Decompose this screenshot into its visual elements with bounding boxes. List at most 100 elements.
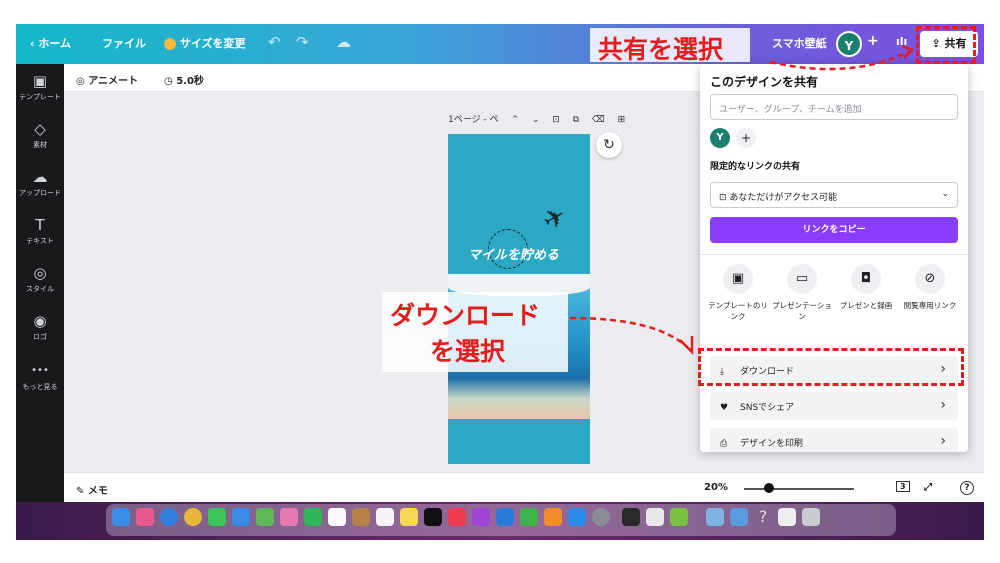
help-icon[interactable]: ? bbox=[754, 508, 772, 526]
tv-icon[interactable] bbox=[424, 508, 442, 526]
memo-button[interactable]: ✎ メモ bbox=[76, 482, 108, 497]
podcasts-icon[interactable] bbox=[472, 508, 490, 526]
row-label: デザインを印刷 bbox=[740, 439, 804, 449]
calendar-icon[interactable] bbox=[328, 508, 346, 526]
help-button[interactable]: ? bbox=[960, 481, 974, 495]
chevron-right-icon: › bbox=[940, 433, 946, 449]
add-collaborator-icon[interactable]: + bbox=[867, 33, 879, 49]
chevron-down-icon[interactable]: ⌄ bbox=[532, 115, 540, 125]
template-link-option[interactable]: ▣ テンプレートのリンク bbox=[706, 264, 770, 322]
heart-icon: ♥ bbox=[720, 403, 729, 413]
pages-icon[interactable] bbox=[544, 508, 562, 526]
music-icon[interactable] bbox=[448, 508, 466, 526]
notes-icon: ✎ bbox=[76, 486, 88, 497]
chevron-right-icon: › bbox=[940, 397, 946, 413]
numbers-icon[interactable] bbox=[520, 508, 538, 526]
share-highlight-box bbox=[916, 26, 976, 64]
animate-button[interactable]: ◎ アニメート bbox=[76, 72, 138, 87]
cloud-upload-icon: ☁ bbox=[32, 168, 48, 186]
zoom-slider-track[interactable] bbox=[744, 488, 854, 490]
add-page-icon[interactable]: ⊞ bbox=[618, 115, 626, 125]
undo-icon[interactable]: ↶ bbox=[268, 33, 281, 51]
print-row[interactable]: ⎙ デザインを印刷 › bbox=[710, 428, 958, 452]
elements-icon: ◇ bbox=[34, 120, 46, 138]
zoom-level: 20% bbox=[704, 482, 728, 493]
messages-icon[interactable] bbox=[208, 508, 226, 526]
copy-link-button[interactable]: リンクをコピー bbox=[710, 217, 958, 243]
finder-icon[interactable] bbox=[112, 508, 130, 526]
presentation-option[interactable]: ▭ プレゼンテーション bbox=[770, 264, 834, 322]
downloads-folder-icon[interactable] bbox=[730, 508, 748, 526]
sidebar-item-label: テキスト bbox=[26, 237, 54, 245]
design-name[interactable]: スマホ壁紙 bbox=[772, 35, 827, 51]
sidebar-item-elements[interactable]: ◇ 素材 bbox=[16, 120, 64, 150]
keynote-icon[interactable] bbox=[496, 508, 514, 526]
app-store-icon[interactable] bbox=[568, 508, 586, 526]
zoom-slider-knob[interactable] bbox=[764, 483, 774, 493]
sidebar-item-more[interactable]: ••• もっと見る bbox=[16, 362, 64, 392]
fullscreen-icon[interactable]: ⤢ bbox=[924, 482, 932, 493]
animate-icon: ◎ bbox=[76, 76, 89, 87]
refresh-icon[interactable]: ↻ bbox=[596, 132, 622, 158]
bottom-bar: ✎ メモ 20% 3 ⤢ ? bbox=[64, 472, 984, 502]
access-select[interactable]: ⊡ あなただけがアクセス可能 ⌄ bbox=[710, 182, 958, 208]
file-menu[interactable]: ファイル bbox=[102, 35, 146, 51]
sidebar-item-text[interactable]: T テキスト bbox=[16, 216, 64, 246]
option-label: テンプレートのリンク bbox=[708, 301, 768, 321]
trash-icon[interactable] bbox=[802, 508, 820, 526]
clock-icon: ◷ bbox=[164, 76, 177, 87]
view-only-link-option[interactable]: ⊘ 閲覧専用リンク bbox=[898, 264, 962, 311]
applications-folder-icon[interactable] bbox=[706, 508, 724, 526]
airplane-icon: ✈ bbox=[537, 200, 572, 238]
chrome-icon[interactable] bbox=[184, 508, 202, 526]
lock-icon[interactable]: ⊡ bbox=[552, 115, 560, 125]
share-panel: このデザインを共有 ユーザー、グループ、チームを追加 Y + 限定的なリンクの共… bbox=[700, 64, 968, 452]
row-label: SNSでシェア bbox=[740, 403, 795, 413]
canva-window: ‹ ホーム ファイル サイズを変更 ↶ ↷ ☁ スマホ壁紙 Y + ılı ⇪ … bbox=[16, 24, 984, 540]
home-button[interactable]: ‹ ホーム bbox=[30, 35, 71, 51]
add-people-input[interactable]: ユーザー、グループ、チームを追加 bbox=[710, 94, 958, 120]
page-label[interactable]: 1ページ - ペ bbox=[448, 115, 499, 125]
sketch-app-icon[interactable] bbox=[670, 508, 688, 526]
photos-icon[interactable] bbox=[280, 508, 298, 526]
reminders-icon[interactable] bbox=[376, 508, 394, 526]
avatar[interactable]: Y bbox=[710, 128, 730, 148]
download-highlight-box bbox=[698, 348, 964, 386]
social-share-row[interactable]: ♥ SNSでシェア › bbox=[710, 392, 958, 420]
animate-label: アニメート bbox=[88, 76, 139, 87]
template-icon: ▣ bbox=[723, 264, 753, 294]
resize-button[interactable]: サイズを変更 bbox=[164, 35, 246, 51]
redo-icon[interactable]: ↷ bbox=[296, 33, 309, 51]
contacts-icon[interactable] bbox=[352, 508, 370, 526]
memo-label: メモ bbox=[87, 486, 108, 497]
sidebar-item-templates[interactable]: ▣ テンプレート bbox=[16, 72, 64, 102]
brush-app-icon[interactable] bbox=[622, 508, 640, 526]
trash-icon[interactable]: ⌫ bbox=[592, 115, 605, 125]
insights-icon[interactable]: ılı bbox=[896, 35, 907, 48]
share-panel-title: このデザインを共有 bbox=[710, 75, 819, 89]
page-count[interactable]: 3 bbox=[896, 481, 910, 492]
design-title-text[interactable]: マイルを貯める bbox=[468, 244, 559, 263]
present-and-record-option[interactable]: ◘ プレゼンと録画 bbox=[834, 264, 898, 311]
text-icon: T bbox=[35, 216, 45, 234]
avatar[interactable]: Y bbox=[836, 31, 862, 57]
duplicate-icon[interactable]: ⧉ bbox=[573, 115, 579, 125]
launchpad-icon[interactable] bbox=[136, 508, 154, 526]
maps-icon[interactable] bbox=[256, 508, 274, 526]
safari-icon[interactable] bbox=[160, 508, 178, 526]
add-person-icon[interactable]: + bbox=[736, 128, 756, 148]
mail-icon[interactable] bbox=[232, 508, 250, 526]
duration-button[interactable]: ◷ 5.0秒 bbox=[164, 72, 204, 87]
notes-icon[interactable] bbox=[400, 508, 418, 526]
screenshot-icon[interactable] bbox=[778, 508, 796, 526]
sidebar-item-label: スタイル bbox=[26, 285, 54, 293]
sidebar-item-logo[interactable]: ◉ ロゴ bbox=[16, 312, 64, 342]
pen-app-icon[interactable] bbox=[646, 508, 664, 526]
sidebar-item-uploads[interactable]: ☁ アップロード bbox=[16, 168, 64, 198]
settings-icon[interactable] bbox=[592, 508, 610, 526]
chevron-up-icon[interactable]: ⌃ bbox=[511, 115, 519, 125]
sidebar-item-styles[interactable]: ◎ スタイル bbox=[16, 264, 64, 294]
download-note-line1: ダウンロード bbox=[390, 301, 541, 330]
chevron-down-icon: ⌄ bbox=[941, 189, 949, 199]
facetime-icon[interactable] bbox=[304, 508, 322, 526]
